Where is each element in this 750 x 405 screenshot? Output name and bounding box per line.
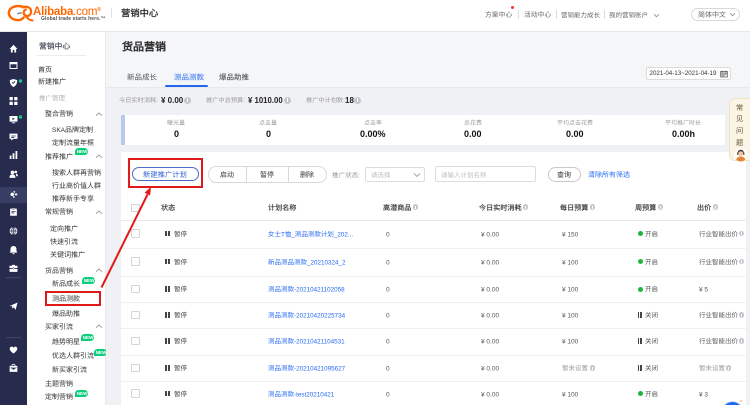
- svg-text:0: 0: [386, 391, 390, 398]
- svg-text:0: 0: [174, 129, 179, 139]
- svg-text:0: 0: [386, 231, 390, 238]
- svg-text:¥ 5: ¥ 5: [699, 286, 708, 293]
- svg-text:¥ 0.00: ¥ 0.00: [481, 286, 499, 293]
- svg-text:¥ 100: ¥ 100: [562, 259, 579, 266]
- svg-text:¥ 100: ¥ 100: [562, 338, 579, 345]
- svg-text:¥ 100: ¥ 100: [562, 286, 579, 293]
- svg-text:¥ 100: ¥ 100: [562, 391, 579, 398]
- svg-text:¥ 0.00: ¥ 0.00: [481, 338, 499, 345]
- svg-text:T: T: [281, 231, 285, 238]
- svg-text:¥ 1010.00: ¥ 1010.00: [248, 96, 283, 105]
- svg-text:_202...: _202...: [332, 231, 353, 238]
- svg-text:¥ 0.00: ¥ 0.00: [481, 391, 499, 398]
- svg-text::: :: [156, 97, 158, 104]
- svg-text:¥ 0.00: ¥ 0.00: [481, 259, 499, 266]
- svg-text:0.00h: 0.00h: [672, 129, 695, 139]
- svg-text:0: 0: [386, 259, 390, 266]
- svg-text:¥ 0.00: ¥ 0.00: [161, 96, 184, 105]
- svg-text:0.00: 0.00: [566, 129, 584, 139]
- svg-text:0: 0: [266, 129, 271, 139]
- svg-text:0: 0: [386, 312, 390, 319]
- svg-text:-20210420225734: -20210420225734: [294, 312, 346, 319]
- svg-text:¥ 100: ¥ 100: [562, 312, 579, 319]
- svg-text:_: _: [290, 231, 295, 238]
- svg-text:_20210324_2: _20210324_2: [306, 259, 346, 266]
- svg-text:-test20210421: -test20210421: [294, 391, 335, 398]
- svg-text:0.00%: 0.00%: [360, 129, 386, 139]
- svg-text:0: 0: [386, 365, 390, 372]
- svg-text:-20210421104531: -20210421104531: [294, 338, 345, 345]
- svg-text:SKA: SKA: [52, 127, 66, 134]
- svg-text:-20210421095627: -20210421095627: [294, 365, 346, 372]
- svg-text:0: 0: [386, 286, 390, 293]
- svg-text:0.00: 0.00: [464, 129, 482, 139]
- svg-text::: :: [358, 172, 360, 179]
- svg-text:¥ 0.00: ¥ 0.00: [481, 231, 499, 238]
- svg-text:¥ 0.00: ¥ 0.00: [481, 312, 499, 319]
- svg-text:¥ 3: ¥ 3: [699, 391, 708, 398]
- svg-text:-20210421102058: -20210421102058: [294, 286, 345, 293]
- svg-text:18: 18: [345, 96, 354, 105]
- svg-text:¥ 150: ¥ 150: [562, 231, 579, 238]
- svg-text::: :: [243, 97, 245, 104]
- svg-text:0: 0: [386, 338, 390, 345]
- svg-text:¥ 0.00: ¥ 0.00: [481, 365, 499, 372]
